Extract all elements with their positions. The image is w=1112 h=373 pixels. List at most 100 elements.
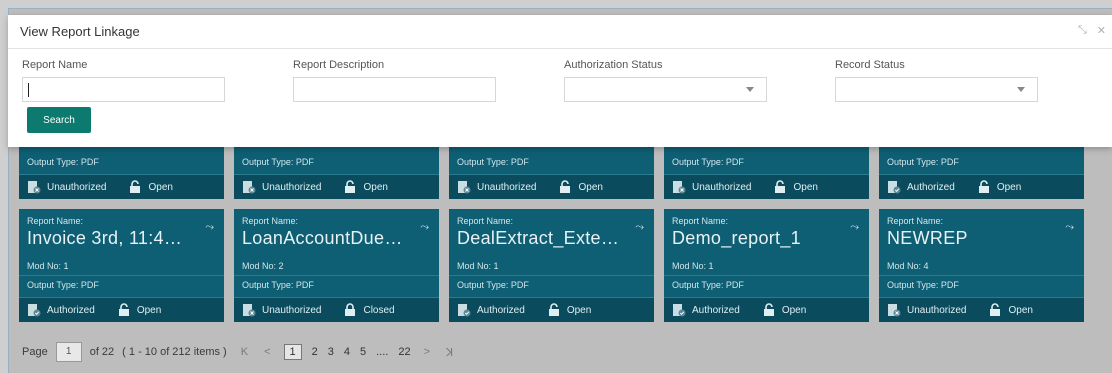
collapse-icon[interactable]: ⤡ xyxy=(1078,24,1087,37)
report-card[interactable]: Report Name: NEWREP ⤳ Mod No: 4 Output T… xyxy=(879,209,1084,322)
page-link[interactable]: 5 xyxy=(360,346,366,358)
report-name-label: Report Name: xyxy=(457,216,514,226)
link-icon[interactable]: ⤳ xyxy=(205,221,214,234)
authorization-status-select[interactable] xyxy=(564,77,767,102)
auth-status: Authorized xyxy=(477,304,525,316)
record-status: Open xyxy=(996,181,1022,193)
page-link[interactable]: 3 xyxy=(328,346,334,358)
view-report-linkage-dialog: View Report Linkage ⤡ ✕ Report Name Repo… xyxy=(8,15,1112,147)
output-type: Output Type: PDF xyxy=(457,157,529,167)
mod-no: Mod No: 1 xyxy=(457,261,499,271)
report-name-label: Report Name: xyxy=(887,216,944,226)
report-card[interactable]: Output Type: PDF Unauthorized Open xyxy=(664,146,869,199)
output-type: Output Type: PDF xyxy=(672,157,744,167)
lock-open-icon xyxy=(775,180,786,193)
search-button[interactable]: Search xyxy=(27,107,91,133)
page-number-input[interactable]: 1 xyxy=(55,342,82,362)
lock-open-icon xyxy=(548,303,559,316)
auth-status: Authorized xyxy=(692,304,740,316)
record-status: Open xyxy=(793,181,818,193)
report-card[interactable]: Output Type: PDF Authorized Open xyxy=(879,146,1084,199)
lock-open-icon xyxy=(763,303,774,316)
record-status-label: Record Status xyxy=(835,59,905,71)
page-label: Page xyxy=(22,346,48,358)
page-link[interactable]: 2 xyxy=(312,346,318,358)
auth-status: Unauthorized xyxy=(907,304,967,316)
report-card[interactable]: Report Name: Demo_report_1 ⤳ Mod No: 1 O… xyxy=(664,209,869,322)
divider xyxy=(449,275,654,276)
output-type: Output Type: PDF xyxy=(457,280,529,290)
record-status: Open xyxy=(781,304,807,316)
next-page-button[interactable]: > xyxy=(424,346,430,358)
divider xyxy=(19,275,224,276)
auth-status: Unauthorized xyxy=(262,181,322,193)
report-card[interactable]: Output Type: PDF Unauthorized Open xyxy=(19,146,224,199)
link-icon[interactable]: ⤳ xyxy=(420,221,429,234)
output-type: Output Type: PDF xyxy=(242,157,314,167)
unauthorized-icon xyxy=(28,181,41,194)
report-card[interactable]: Report Name: Invoice 3rd, 11:48:1... ⤳ M… xyxy=(19,209,224,322)
lock-open-icon xyxy=(990,303,1001,316)
record-status: Open xyxy=(136,304,162,316)
report-name-label: Report Name: xyxy=(672,216,729,226)
lock-open-icon xyxy=(130,180,141,193)
close-icon[interactable]: ✕ xyxy=(1097,24,1106,37)
link-icon[interactable]: ⤳ xyxy=(1065,221,1074,234)
auth-status: Authorized xyxy=(907,181,955,193)
last-page-button[interactable]: ꓘ xyxy=(446,346,453,359)
report-card[interactable]: Output Type: PDF Unauthorized Open xyxy=(449,146,654,199)
output-type: Output Type: PDF xyxy=(27,157,99,167)
card-footer: Authorized Open xyxy=(664,298,869,322)
card-footer: Unauthorized Open xyxy=(19,175,224,199)
output-type: Output Type: PDF xyxy=(887,280,959,290)
prev-page-button[interactable]: < xyxy=(264,346,270,358)
link-icon[interactable]: ⤳ xyxy=(635,221,644,234)
authorized-icon xyxy=(458,304,471,317)
record-status: Open xyxy=(578,181,603,193)
page-link[interactable]: 1 xyxy=(283,344,302,360)
record-status: Open xyxy=(566,304,592,316)
link-icon[interactable]: ⤳ xyxy=(850,221,859,234)
report-description-input[interactable] xyxy=(293,77,496,102)
items-range: ( 1 - 10 of 212 items ) xyxy=(122,346,227,358)
dialog-header: View Report Linkage xyxy=(8,15,1112,49)
report-name-label: Report Name: xyxy=(242,216,299,226)
lock-open-icon xyxy=(978,180,989,193)
card-footer: Unauthorized Closed xyxy=(234,298,439,322)
output-type: Output Type: PDF xyxy=(887,157,959,167)
report-name-input[interactable] xyxy=(22,77,225,102)
card-footer: Authorized Open xyxy=(19,298,224,322)
record-status: Open xyxy=(363,181,388,193)
page-link[interactable]: 22 xyxy=(398,346,410,358)
report-name-label: Report Name xyxy=(22,59,88,71)
report-name: NEWREP xyxy=(887,228,968,248)
divider xyxy=(664,275,869,276)
divider xyxy=(879,275,1084,276)
record-status-field: Record Status xyxy=(835,59,1038,102)
authorized-icon xyxy=(673,304,686,317)
unauthorized-icon xyxy=(458,181,471,194)
page-link[interactable]: 4 xyxy=(344,346,350,358)
first-page-button[interactable]: K xyxy=(241,346,248,358)
auth-status: Authorized xyxy=(47,304,95,316)
report-card[interactable]: Output Type: PDF Unauthorized Open xyxy=(234,146,439,199)
report-card[interactable]: Report Name: DealExtract_Externa... ⤳ Mo… xyxy=(449,209,654,322)
report-card[interactable]: Report Name: LoanAccountDueRep... ⤳ Mod … xyxy=(234,209,439,322)
output-type: Output Type: PDF xyxy=(672,280,744,290)
auth-status: Unauthorized xyxy=(262,304,322,316)
lock-open-icon xyxy=(560,180,571,193)
auth-status: Unauthorized xyxy=(477,181,537,193)
card-footer: Authorized Open xyxy=(449,298,654,322)
divider xyxy=(234,275,439,276)
window-controls: ⤡ ✕ xyxy=(1078,24,1106,37)
output-type: Output Type: PDF xyxy=(27,280,99,290)
output-type: Output Type: PDF xyxy=(242,280,314,290)
report-name: Invoice 3rd, 11:48:1... xyxy=(27,228,192,248)
mod-no: Mod No: 2 xyxy=(242,261,284,271)
unauthorized-icon xyxy=(673,181,686,194)
record-status: Open xyxy=(148,181,173,193)
record-status-select[interactable] xyxy=(835,77,1038,102)
text-cursor xyxy=(28,83,29,97)
mod-no: Mod No: 4 xyxy=(887,261,929,271)
report-description-field: Report Description xyxy=(293,59,496,102)
